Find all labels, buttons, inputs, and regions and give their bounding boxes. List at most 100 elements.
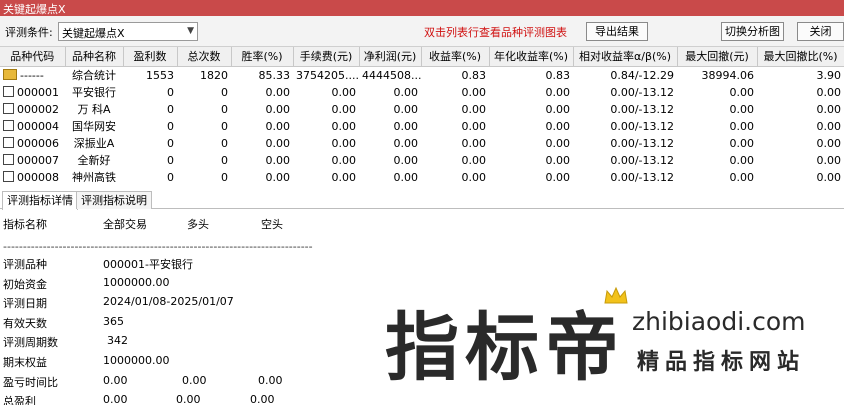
detail-label: 期末权益	[3, 356, 47, 369]
ret-cell: 0.00	[461, 171, 487, 182]
column-header[interactable]: 收益率(%)	[421, 47, 490, 67]
detail-value: 000001-平安银行	[103, 258, 193, 271]
detail-label: 评测品种	[3, 258, 47, 271]
rel-cell: 0.00/-13.12	[610, 120, 674, 133]
checkbox[interactable]	[3, 120, 14, 131]
fee-cell: 0.00	[331, 103, 357, 116]
chevron-down-icon[interactable]: ▼	[187, 26, 194, 36]
mdd-cell: 0.00	[729, 171, 755, 182]
table-header-row: 品种代码 品种名称 盈利数 总次数 胜率(%) 手续费(元) 净利润(元) 收益…	[0, 47, 844, 67]
watermark-url: zhibiaodi.com	[632, 307, 806, 336]
total-cell: 0	[221, 86, 228, 99]
code-text: 000008	[17, 171, 59, 182]
mddr-cell: 0.00	[816, 137, 842, 150]
column-header[interactable]: 相对收益率α/β(%)	[573, 47, 678, 67]
column-header[interactable]: 盈利数	[123, 47, 178, 67]
code-text: 000007	[17, 154, 59, 167]
name-cell: 国华网安	[72, 120, 116, 133]
column-header[interactable]: 品种代码	[0, 47, 66, 67]
rate-cell: 0.00	[265, 154, 291, 167]
detail-value-short: 0.00	[250, 393, 275, 405]
table-row[interactable]: 000002 万 科A 0 0 0.00 0.00 0.00 0.00 0.00 0.00/-13…	[0, 101, 844, 118]
name-cell: 深振业A	[73, 137, 115, 150]
column-header[interactable]: 手续费(元)	[293, 47, 360, 67]
detail-value-long: 0.00	[182, 374, 207, 387]
table-row[interactable]: 000007 全新好 0 0 0.00 0.00 0.00 0.00 0.00 0.00/-13.…	[0, 152, 844, 169]
net-cell: 0.00	[393, 171, 419, 182]
column-header[interactable]: 年化收益率(%)	[489, 47, 574, 67]
checkbox[interactable]	[3, 171, 14, 182]
detail-value: 0.00	[103, 393, 128, 405]
mdd-cell: 38994.06	[701, 69, 755, 82]
switch-chart-button[interactable]: 切换分析图	[721, 22, 784, 41]
total-cell: 0	[221, 171, 228, 182]
detail-value: 1000000.00	[103, 354, 170, 367]
detail-header-long: 多头	[187, 218, 209, 231]
checkbox[interactable]	[3, 86, 14, 97]
rate-cell: 0.00	[265, 120, 291, 133]
total-cell: 1820	[200, 69, 228, 82]
name-cell: 综合统计	[72, 69, 116, 82]
net-cell: 0.00	[393, 120, 419, 133]
mddr-cell: 0.00	[816, 171, 842, 182]
rate-cell: 0.00	[265, 103, 291, 116]
tab-indicator-help[interactable]: 评测指标说明	[76, 191, 152, 209]
detail-value: 342	[107, 334, 128, 347]
code-cell: 000002	[0, 101, 65, 118]
total-cell: 0	[221, 137, 228, 150]
code-cell: 000006	[0, 135, 65, 152]
mdd-cell: 0.00	[729, 137, 755, 150]
checkbox[interactable]	[3, 137, 14, 148]
annual-cell: 0.00	[545, 171, 571, 182]
net-cell: 0.00	[393, 154, 419, 167]
win-cell: 0	[167, 171, 174, 182]
tab-indicator-details[interactable]: 评测指标详情	[2, 191, 78, 210]
checkbox[interactable]	[3, 154, 14, 165]
code-text: 000004	[17, 120, 59, 133]
detail-value-short: 0.00	[258, 374, 283, 387]
mdd-cell: 0.00	[729, 120, 755, 133]
code-text: 000002	[17, 103, 59, 116]
export-button[interactable]: 导出结果	[586, 22, 648, 41]
ret-cell: 0.00	[461, 154, 487, 167]
net-cell: 0.00	[393, 103, 419, 116]
code-cell: 000001	[0, 84, 65, 101]
ret-cell: 0.00	[461, 103, 487, 116]
condition-value: 关键起爆点X	[62, 27, 125, 40]
column-header[interactable]: 胜率(%)	[231, 47, 294, 67]
table-row[interactable]: 000008 神州高铁 0 0 0.00 0.00 0.00 0.00 0.00 0.00/-13…	[0, 169, 844, 182]
net-cell: 4444508....	[362, 69, 421, 82]
table-row[interactable]: 000001 平安银行 0 0 0.00 0.00 0.00 0.00 0.00 0.00/-13…	[0, 84, 844, 101]
detail-value: 2024/01/08-2025/01/07	[103, 295, 234, 308]
mddr-cell: 0.00	[816, 86, 842, 99]
detail-value: 365	[103, 315, 124, 328]
detail-tabs: 评测指标详情 评测指标说明	[0, 190, 844, 210]
summary-row[interactable]: ------ 综合统计 1553 1820 85.33 3754205.... 444450…	[0, 67, 844, 85]
code-text: ------	[20, 69, 44, 82]
fee-cell: 0.00	[331, 154, 357, 167]
win-cell: 0	[167, 154, 174, 167]
name-cell: 平安银行	[72, 86, 116, 99]
mddr-cell: 3.90	[816, 69, 842, 82]
checkbox[interactable]	[3, 103, 14, 114]
column-header[interactable]: 最大回撤比(%)	[757, 47, 844, 67]
table-row[interactable]: 000004 国华网安 0 0 0.00 0.00 0.00 0.00 0.00 0.00/-13…	[0, 118, 844, 135]
mddr-cell: 0.00	[816, 154, 842, 167]
column-header[interactable]: 净利润(元)	[359, 47, 422, 67]
ret-cell: 0.00	[461, 120, 487, 133]
table-row[interactable]: 000006 深振业A 0 0 0.00 0.00 0.00 0.00 0.00 0.00/-13…	[0, 135, 844, 152]
code-cell: ------	[0, 67, 65, 85]
annual-cell: 0.83	[545, 69, 571, 82]
close-button[interactable]: 关闭	[797, 22, 844, 41]
crown-icon	[604, 286, 628, 304]
detail-label: 评测日期	[3, 297, 47, 310]
window-title: 关键起爆点X	[3, 3, 66, 16]
column-header[interactable]: 最大回撤(元)	[677, 47, 758, 67]
column-header[interactable]: 品种名称	[65, 47, 124, 67]
rate-cell: 85.33	[258, 69, 291, 82]
condition-select[interactable]: 关键起爆点X ▼	[58, 22, 198, 41]
column-header[interactable]: 总次数	[177, 47, 232, 67]
code-cell: 000007	[0, 152, 65, 169]
ret-cell: 0.83	[461, 69, 487, 82]
name-cell: 全新好	[77, 154, 111, 167]
